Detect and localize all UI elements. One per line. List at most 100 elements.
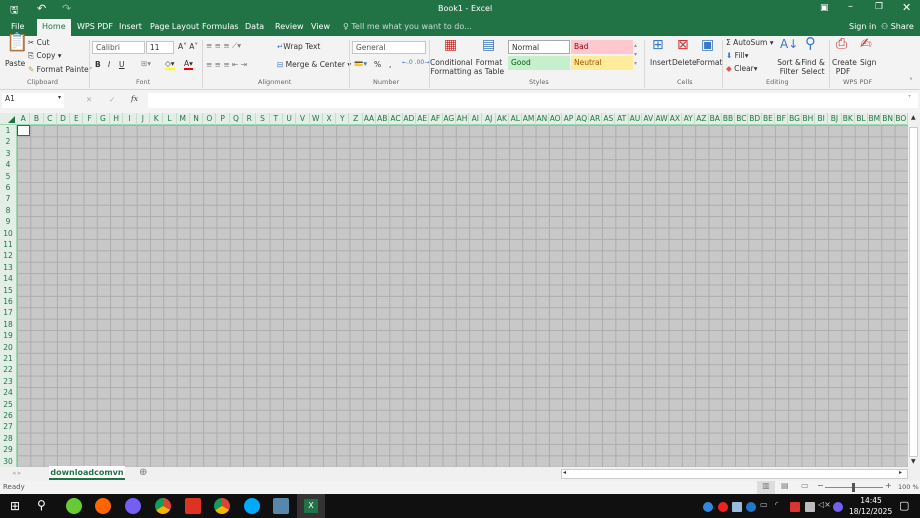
sheet-nav-arrows[interactable]: ◂ ▸ [12, 469, 21, 477]
chrome-icon-2[interactable] [214, 498, 230, 514]
column-header[interactable]: N [190, 113, 204, 125]
vertical-scrollbar[interactable]: ▲ ▼ [908, 113, 920, 467]
vertical-scroll-thumb[interactable] [909, 127, 918, 457]
add-sheet-icon[interactable]: ⊕ [139, 467, 147, 478]
row-header[interactable]: 21 [0, 353, 16, 364]
row-header[interactable]: 30 [0, 456, 16, 467]
comma-button[interactable]: , [389, 60, 391, 69]
decimal-icons[interactable]: ←.0 .00→ [402, 59, 429, 66]
row-header[interactable]: 6 [0, 182, 16, 193]
column-header[interactable]: AG [443, 113, 456, 125]
column-header[interactable]: BG [788, 113, 802, 125]
expand-formula-icon[interactable]: ˅ [908, 95, 911, 102]
active-cell-a1[interactable] [17, 125, 31, 137]
row-header[interactable]: 2 [0, 136, 16, 147]
normal-view-button[interactable]: ▥ [757, 481, 775, 494]
row-header[interactable]: 28 [0, 433, 16, 444]
column-header[interactable]: AS [602, 113, 616, 125]
column-header[interactable]: BI [815, 113, 829, 125]
notifications-icon[interactable]: ▢ [899, 499, 909, 512]
row-header[interactable]: 4 [0, 159, 16, 170]
clock-time[interactable]: 14:45 [856, 496, 886, 505]
column-header[interactable]: AE [416, 113, 430, 125]
tab-file[interactable]: File [6, 21, 29, 32]
style-bad[interactable]: Bad [571, 40, 633, 54]
row-header[interactable]: 8 [0, 205, 16, 216]
column-header[interactable]: C [44, 113, 57, 125]
column-header[interactable]: H [110, 113, 124, 125]
fill-button[interactable]: ⬇ Fill▾ [726, 51, 748, 60]
windows-start-icon[interactable]: ⊞ [10, 499, 20, 513]
row-header[interactable]: 5 [0, 171, 16, 182]
column-header[interactable]: BB [722, 113, 736, 125]
grow-font-button[interactable]: A˄ A˅ [178, 42, 198, 51]
row-header[interactable]: 9 [0, 216, 16, 227]
find-select-button[interactable]: Find & Select [800, 58, 826, 76]
column-header[interactable]: AJ [483, 113, 496, 125]
row-header[interactable]: 24 [0, 387, 16, 398]
scroll-left-icon[interactable]: ◂ [563, 469, 566, 476]
autosum-button[interactable]: Σ AutoSum ▾ [726, 38, 774, 47]
row-header[interactable]: 26 [0, 410, 16, 421]
row-header[interactable]: 23 [0, 376, 16, 387]
battery-icon[interactable]: ▭ [760, 500, 768, 509]
row-header[interactable]: 14 [0, 273, 16, 284]
opera-icon[interactable] [718, 502, 728, 512]
sort-filter-button[interactable]: Sort & Filter [777, 58, 801, 76]
column-header[interactable]: AD [403, 113, 416, 125]
clock-date[interactable]: 18/12/2025 [849, 507, 892, 516]
row-header[interactable]: 19 [0, 330, 16, 341]
conditional-formatting-button[interactable]: Conditional Formatting [430, 58, 472, 76]
column-header[interactable]: Z [350, 113, 363, 125]
column-header[interactable]: BD [749, 113, 762, 125]
row-header[interactable]: 11 [0, 239, 16, 250]
column-header[interactable]: AA [363, 113, 377, 125]
tab-data[interactable]: Data [240, 21, 269, 32]
zoom-out-button[interactable]: − [817, 481, 824, 490]
column-header[interactable]: AN [536, 113, 549, 125]
tray-icon-v[interactable] [790, 502, 800, 512]
column-header[interactable]: BM [868, 113, 882, 125]
column-header[interactable]: AZ [695, 113, 709, 125]
column-header[interactable]: AX [669, 113, 682, 125]
column-header[interactable]: W [310, 113, 323, 125]
borders-icon[interactable]: ⊞▾ [141, 59, 151, 68]
tell-me-search[interactable]: ♀ Tell me what you want to do... [338, 21, 477, 32]
row-header[interactable]: 10 [0, 228, 16, 239]
currency-icon[interactable]: 💳▾ [354, 59, 367, 68]
wifi-icon[interactable]: ◜ [775, 500, 778, 509]
cut-button[interactable]: ✂ Cut [28, 38, 50, 47]
firefox-icon[interactable] [95, 498, 111, 514]
tray-icon-cloud[interactable] [732, 502, 742, 512]
font-size-select[interactable]: 11 [146, 41, 174, 54]
font-color-icon[interactable]: A▾ [184, 59, 193, 70]
formula-input[interactable] [148, 93, 918, 108]
delete-button[interactable]: Delete [672, 58, 697, 67]
column-header[interactable]: P [217, 113, 230, 125]
row-header[interactable]: 7 [0, 193, 16, 204]
viber-tray-icon[interactable] [833, 502, 843, 512]
format-painter-button[interactable]: ✎ Format Painter [28, 65, 92, 74]
excel-taskbar-button[interactable]: X [297, 494, 325, 518]
sign-button[interactable]: Sign [860, 58, 876, 67]
name-box[interactable]: A1 ▾ [2, 93, 64, 108]
redo-icon[interactable]: ↷ [62, 2, 71, 15]
column-header[interactable]: AF [429, 113, 443, 125]
column-header[interactable]: Q [230, 113, 244, 125]
paste-button[interactable]: Paste [5, 59, 25, 68]
column-header[interactable]: X [323, 113, 337, 125]
wps-office-icon[interactable] [185, 498, 201, 514]
tab-wps-pdf[interactable]: WPS PDF [72, 21, 118, 32]
merge-center-button[interactable]: ⊟ Merge & Center ▾ [277, 60, 351, 69]
ribbon-display-icon[interactable]: ▣ [820, 3, 829, 13]
column-header[interactable]: AY [682, 113, 696, 125]
column-header[interactable]: A [17, 113, 31, 125]
column-header[interactable]: AQ [576, 113, 589, 125]
page-layout-view-button[interactable]: ▤ [781, 481, 789, 490]
row-header[interactable]: 15 [0, 285, 16, 296]
column-header[interactable]: I [123, 113, 137, 125]
column-header[interactable]: J [137, 113, 150, 125]
row-header[interactable]: 18 [0, 319, 16, 330]
column-header[interactable]: O [203, 113, 217, 125]
sheet-tab-downloadcomvn[interactable]: downloadcomvn [49, 466, 125, 480]
